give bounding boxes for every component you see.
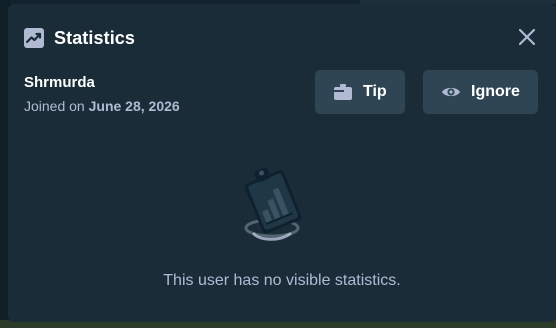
- tip-button-label: Tip: [363, 83, 387, 100]
- joined-date: June 28, 2026: [88, 98, 180, 114]
- ignore-button-label: Ignore: [471, 83, 520, 100]
- user-info: Shrmurda Joined on June 28, 2026: [24, 74, 180, 114]
- empty-state-message: This user has no visible statistics.: [163, 272, 401, 289]
- close-icon[interactable]: [516, 26, 538, 48]
- clipboard-chart-icon: [230, 156, 320, 246]
- ignore-button[interactable]: Ignore: [423, 70, 538, 114]
- username[interactable]: Shrmurda: [24, 74, 180, 91]
- statistics-modal: Statistics Shrmurda Joined on June 28, 2…: [8, 4, 556, 322]
- eye-icon: [441, 82, 461, 102]
- modal-header: Statistics: [24, 26, 135, 50]
- tip-button[interactable]: Tip: [315, 70, 405, 114]
- wallet-icon: [333, 82, 353, 102]
- joined-prefix: Joined on: [24, 98, 85, 114]
- modal-title: Statistics: [54, 27, 136, 48]
- trend-chart-icon: [24, 28, 44, 48]
- user-actions: Tip Ignore: [315, 70, 538, 114]
- joined-date-line: Joined on June 28, 2026: [24, 98, 180, 114]
